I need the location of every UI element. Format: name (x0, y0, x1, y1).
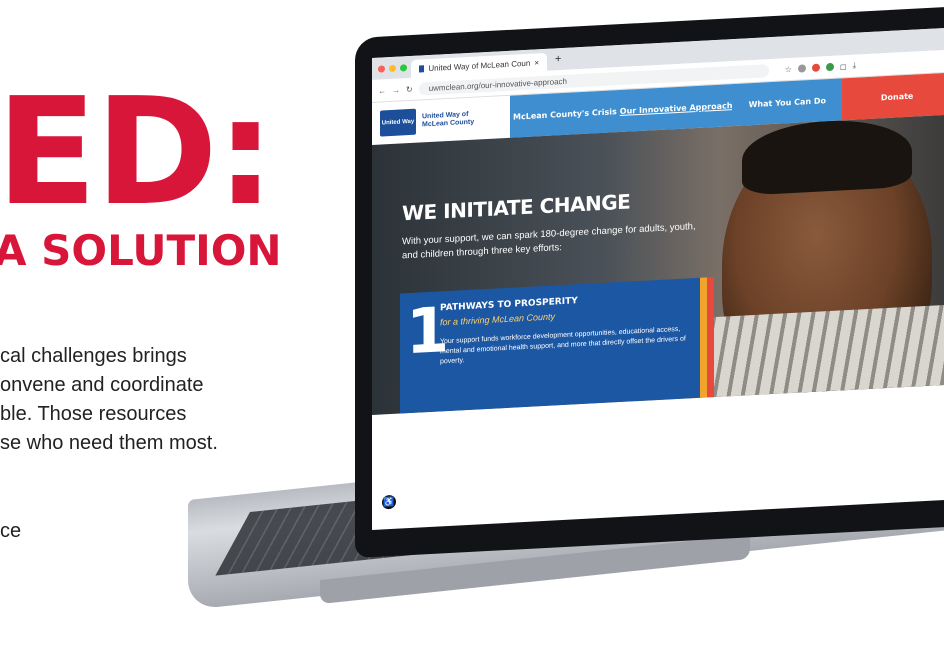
hero-title: WE INITIATE CHANGE (402, 189, 631, 226)
hero-section: WE INITIATE CHANGE With your support, we… (372, 114, 944, 415)
minimize-window-button[interactable] (389, 64, 396, 72)
card-title: PATHWAYS TO PROSPERITY (440, 296, 578, 314)
card-body: Your support funds workforce development… (440, 325, 686, 366)
extension-icon[interactable] (825, 62, 834, 72)
nav-item-what-you-can-do[interactable]: What You Can Do (732, 78, 843, 127)
united-way-logo-mark: United Way (380, 108, 416, 137)
card-accent-stripe (700, 277, 714, 398)
hero-photo-scarf (702, 304, 944, 398)
forward-arrow-icon[interactable]: → (392, 85, 400, 94)
download-icon[interactable]: ⤓ (853, 61, 857, 71)
site-logo[interactable]: United Way United Way of McLean County (372, 96, 510, 145)
card-subtitle: for a thriving McLean County (440, 311, 556, 328)
pathways-card: 1 PATHWAYS TO PROSPERITY for a thriving … (400, 277, 714, 414)
donate-button[interactable]: Donate (842, 72, 944, 121)
laptop-screen: United Way of McLean Coun × + ← → ↻ uwmc… (372, 27, 944, 531)
nav-item-crisis[interactable]: McLean County's Crisis (510, 90, 620, 138)
accessibility-icon[interactable]: ♿ (382, 494, 396, 510)
extension-icon[interactable] (797, 64, 806, 73)
laptop-mockup: United Way of McLean Coun × + ← → ↻ uwmc… (0, 0, 944, 654)
tab-close-icon[interactable]: × (534, 58, 539, 67)
new-tab-button[interactable]: + (551, 53, 561, 66)
extension-icon[interactable] (811, 63, 820, 72)
extension-icons: ☆ ◻ ⤓ (785, 61, 856, 75)
nav-item-approach[interactable]: Our Innovative Approach (619, 84, 733, 133)
reload-icon[interactable]: ↻ (406, 84, 413, 93)
back-arrow-icon[interactable]: ← (378, 86, 386, 95)
star-icon[interactable]: ☆ (785, 64, 792, 73)
tab-favicon-icon (419, 64, 425, 73)
tab-title: United Way of McLean Coun (428, 58, 531, 73)
maximize-window-button[interactable] (400, 63, 407, 72)
extensions-puzzle-icon[interactable]: ◻ (840, 62, 847, 71)
hero-text: With your support, we can spark 180-degr… (402, 221, 696, 262)
hero-photo-hair (742, 116, 912, 196)
close-window-button[interactable] (378, 64, 385, 73)
logo-text: United Way of McLean County (422, 110, 475, 129)
